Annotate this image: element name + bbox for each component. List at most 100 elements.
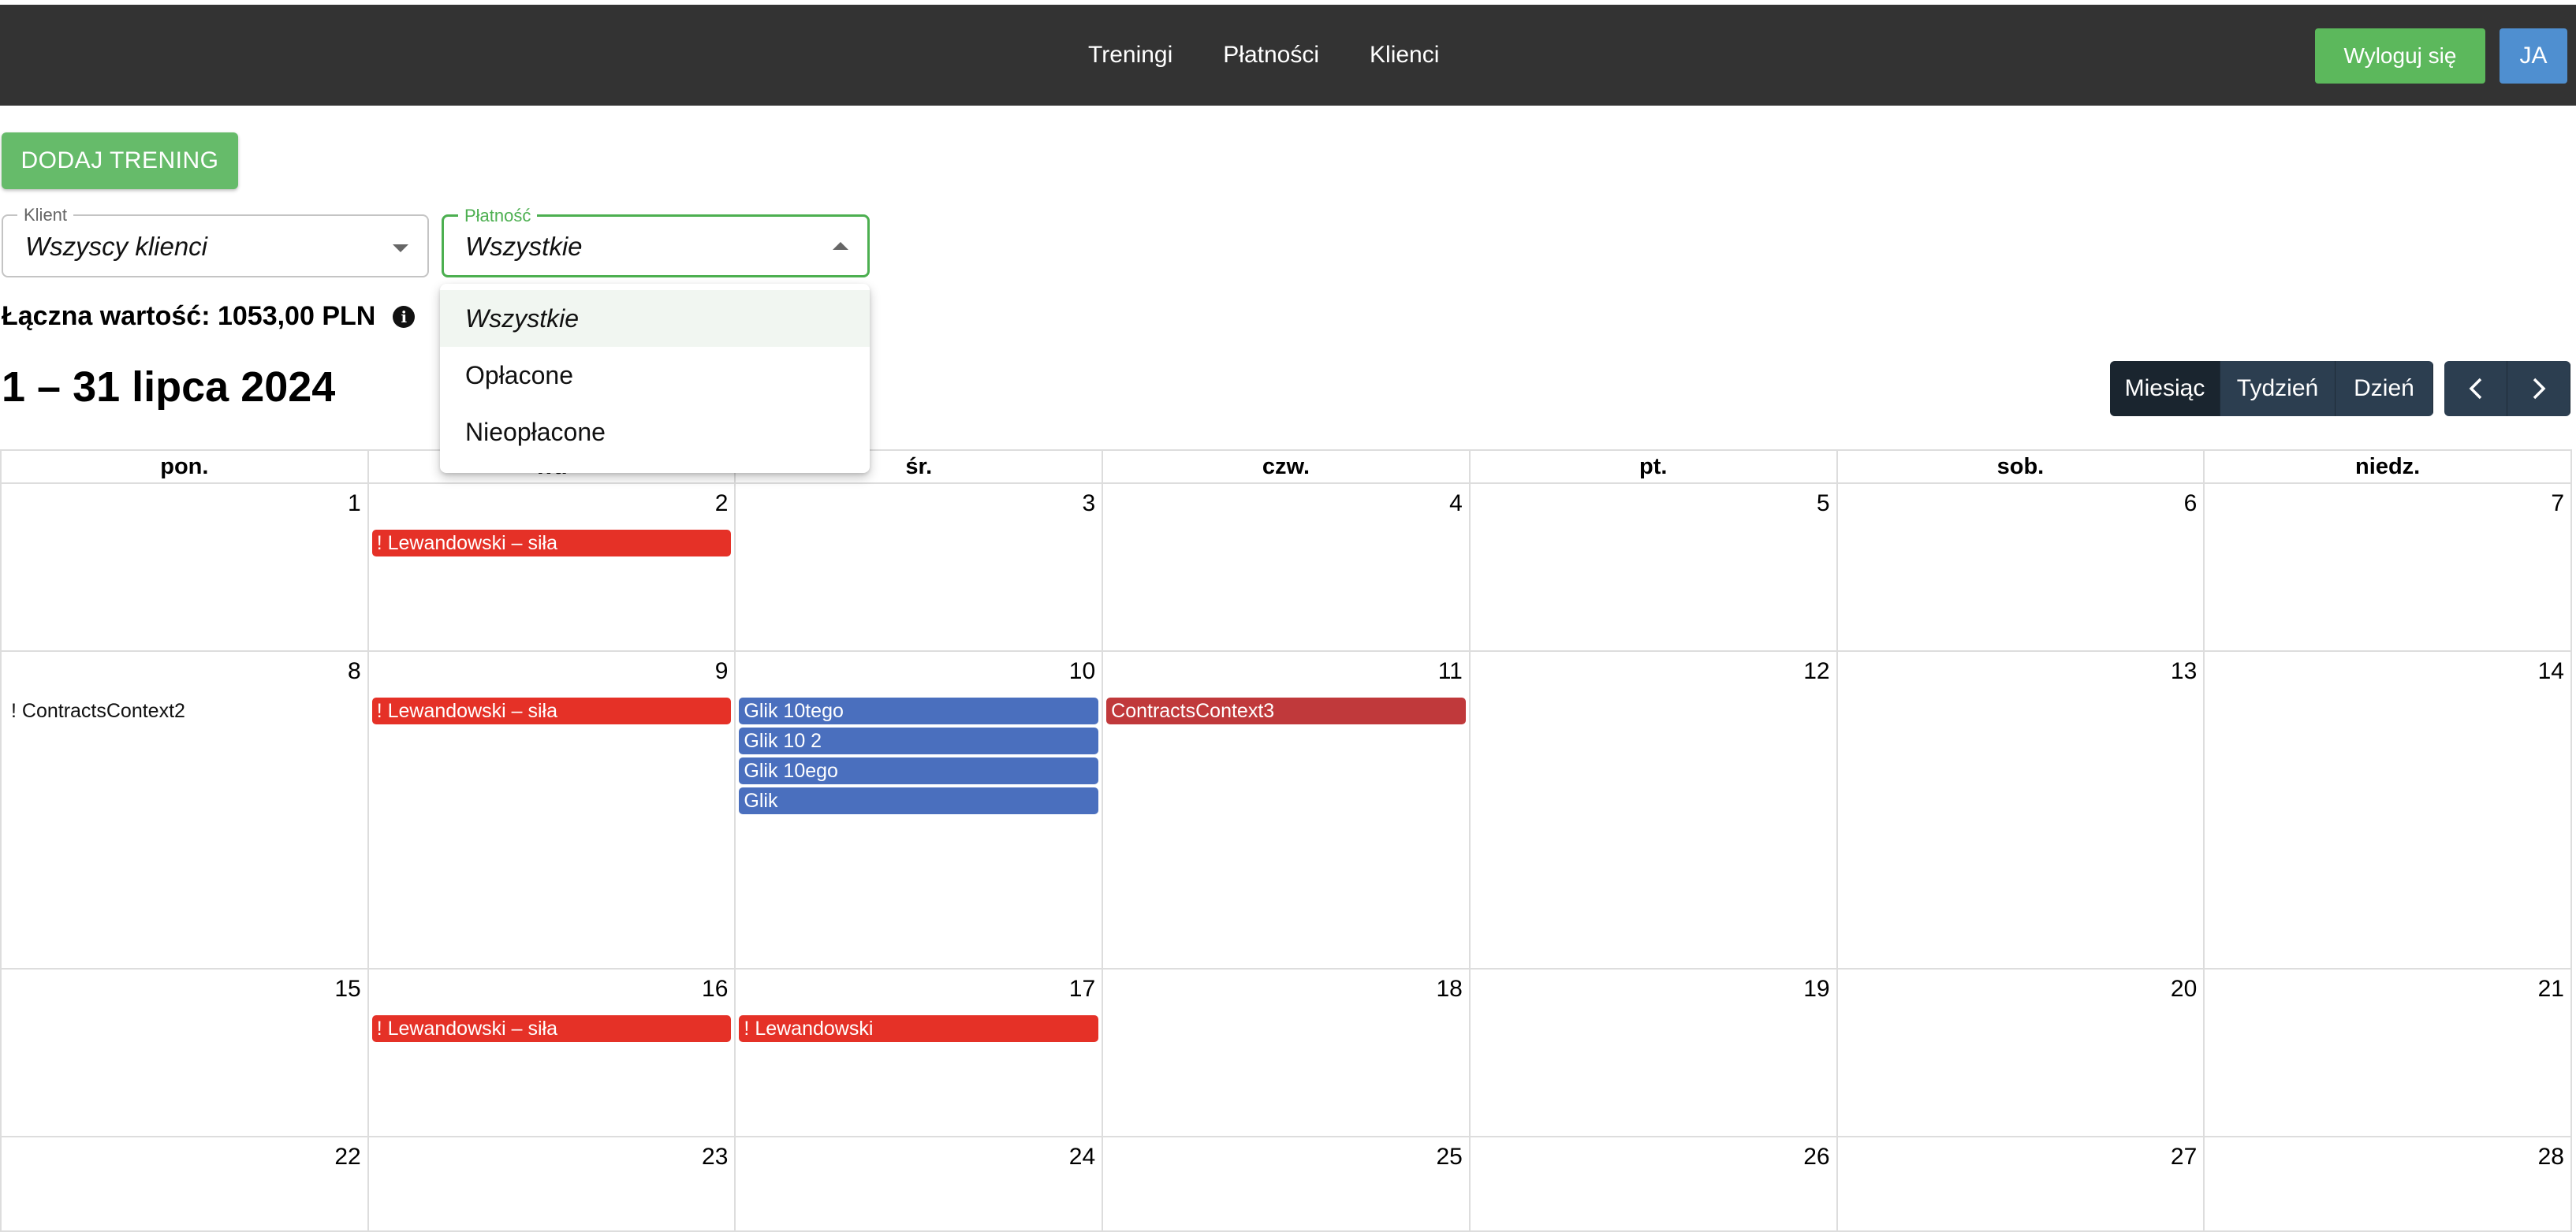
logout-button[interactable]: Wyloguj się <box>2315 28 2485 84</box>
day-number[interactable]: 16 <box>702 976 728 1003</box>
day-number[interactable]: 20 <box>2171 976 2197 1003</box>
day-cell[interactable]: 24 <box>736 1137 1104 1232</box>
dropdown-option-all[interactable]: Wszystkie <box>440 290 870 347</box>
day-number[interactable]: 3 <box>1082 490 1095 517</box>
payment-select-value: Wszystkie <box>465 232 583 261</box>
day-number[interactable]: 15 <box>334 976 360 1003</box>
day-number[interactable]: 1 <box>348 490 361 517</box>
day-number[interactable]: 10 <box>1069 658 1095 685</box>
day-cell[interactable]: 4 <box>1103 484 1471 652</box>
day-cell[interactable]: 22 <box>2 1137 369 1232</box>
calendar-event[interactable]: Glik 10ego <box>739 757 1099 784</box>
day-number[interactable]: 8 <box>348 658 361 685</box>
day-number[interactable]: 24 <box>1069 1144 1095 1171</box>
day-cell[interactable]: 20 <box>1837 970 2205 1137</box>
day-cell[interactable]: 2 ! Lewandowski – siła <box>368 484 736 652</box>
client-select-label: Klient <box>17 205 74 225</box>
day-number[interactable]: 11 <box>1438 658 1463 685</box>
day-cell[interactable]: 10 Glik 10tego Glik 10 2 Glik 10ego Glik <box>736 652 1104 970</box>
day-cell[interactable]: 5 <box>1470 484 1838 652</box>
total-value: Łączna wartość: 1053,00 PLN i <box>2 301 416 332</box>
day-number[interactable]: 5 <box>1817 490 1830 517</box>
day-number[interactable]: 6 <box>2184 490 2198 517</box>
client-select-value: Wszyscy klienci <box>25 232 208 261</box>
payment-dropdown-menu: Wszystkie Opłacone Nieopłacone <box>440 284 870 473</box>
calendar-event[interactable]: Glik 10tego <box>739 698 1099 724</box>
day-number[interactable]: 19 <box>1803 976 1829 1003</box>
weekday-mon: pon. <box>2 451 369 484</box>
add-training-button[interactable]: DODAJ TRENING <box>2 132 238 189</box>
day-cell[interactable]: 23 <box>368 1137 736 1232</box>
chevron-up-icon <box>833 242 848 250</box>
day-cell[interactable]: 11 ContractsContext3 <box>1103 652 1471 970</box>
calendar-event[interactable]: ContractsContext3 <box>1106 698 1466 724</box>
day-number[interactable]: 21 <box>2538 976 2564 1003</box>
avatar[interactable]: JA <box>2500 28 2567 84</box>
day-cell[interactable]: 13 <box>1837 652 2205 970</box>
prev-button[interactable] <box>2444 361 2507 416</box>
day-cell[interactable]: 17 ! Lewandowski <box>736 970 1104 1137</box>
calendar-event[interactable]: ! ContractsContext2 <box>5 698 364 724</box>
view-switcher: Miesiąc Tydzień Dzień <box>2110 361 2433 416</box>
day-cell[interactable]: 28 <box>2205 1137 2572 1232</box>
client-select[interactable]: Klient Wszyscy klienci <box>2 205 429 277</box>
calendar-nav <box>2444 361 2570 416</box>
calendar-event[interactable]: ! Lewandowski <box>739 1015 1099 1042</box>
day-number[interactable]: 28 <box>2538 1144 2564 1171</box>
calendar-event[interactable]: ! Lewandowski – siła <box>371 530 732 556</box>
calendar-event[interactable]: ! Lewandowski – siła <box>371 1015 732 1042</box>
day-cell[interactable]: 6 <box>1837 484 2205 652</box>
chevron-left-icon <box>2469 378 2481 400</box>
info-icon[interactable]: i <box>393 305 416 328</box>
day-number[interactable]: 4 <box>1449 490 1463 517</box>
calendar-event[interactable]: ! Lewandowski – siła <box>371 698 732 724</box>
day-cell[interactable]: 12 <box>1470 652 1838 970</box>
day-number[interactable]: 14 <box>2538 658 2564 685</box>
day-number[interactable]: 13 <box>2171 658 2197 685</box>
calendar-event[interactable]: Glik 10 2 <box>739 728 1099 754</box>
payment-select-label: Płatność <box>458 206 538 226</box>
day-cell[interactable]: 25 <box>1103 1137 1471 1232</box>
calendar-days: 1 2! Lewandowski – siła 3 4 5 6 7 8! ContractsC… <box>0 484 2572 1232</box>
day-number[interactable]: 17 <box>1069 976 1095 1003</box>
day-number[interactable]: 9 <box>715 658 729 685</box>
day-cell[interactable]: 8 ! ContractsContext2 <box>2 652 369 970</box>
day-cell[interactable]: 26 <box>1470 1137 1838 1232</box>
day-number[interactable]: 23 <box>702 1144 728 1171</box>
weekday-fri: pt. <box>1470 451 1838 484</box>
day-number[interactable]: 18 <box>1436 976 1462 1003</box>
day-number[interactable]: 2 <box>715 490 729 517</box>
day-number[interactable]: 22 <box>334 1144 360 1171</box>
day-cell[interactable]: 3 <box>736 484 1104 652</box>
view-week-button[interactable]: Tydzień <box>2220 361 2336 416</box>
day-cell[interactable]: 1 <box>2 484 369 652</box>
day-number[interactable]: 7 <box>2551 490 2564 517</box>
day-number[interactable]: 25 <box>1436 1144 1462 1171</box>
nav-links: Treningi Płatności Klienci <box>1088 5 1439 106</box>
dropdown-option-paid[interactable]: Opłacone <box>440 347 870 404</box>
day-cell[interactable]: 21 <box>2205 970 2572 1137</box>
nav-link-trainings[interactable]: Treningi <box>1088 42 1172 69</box>
day-cell[interactable]: 27 <box>1837 1137 2205 1232</box>
total-value-text: Łączna wartość: 1053,00 PLN <box>2 301 376 331</box>
day-cell[interactable]: 15 <box>2 970 369 1137</box>
day-cell[interactable]: 7 <box>2205 484 2572 652</box>
nav-link-clients[interactable]: Klienci <box>1370 42 1439 69</box>
day-cell[interactable]: 19 <box>1470 970 1838 1137</box>
weekday-sun: niedz. <box>2205 451 2572 484</box>
day-cell[interactable]: 18 <box>1103 970 1471 1137</box>
payment-select[interactable]: Płatność Wszystkie <box>442 206 870 277</box>
chevron-right-icon <box>2533 378 2545 400</box>
dropdown-option-unpaid[interactable]: Nieopłacone <box>440 404 870 460</box>
view-day-button[interactable]: Dzień <box>2336 361 2433 416</box>
day-cell[interactable]: 16 ! Lewandowski – siła <box>368 970 736 1137</box>
day-number[interactable]: 27 <box>2171 1144 2197 1171</box>
nav-link-payments[interactable]: Płatności <box>1223 42 1319 69</box>
day-cell[interactable]: 9 ! Lewandowski – siła <box>368 652 736 970</box>
view-month-button[interactable]: Miesiąc <box>2110 361 2220 416</box>
day-number[interactable]: 26 <box>1803 1144 1829 1171</box>
next-button[interactable] <box>2507 361 2570 416</box>
calendar-event[interactable]: Glik <box>739 787 1099 814</box>
day-number[interactable]: 12 <box>1803 658 1829 685</box>
day-cell[interactable]: 14 <box>2205 652 2572 970</box>
